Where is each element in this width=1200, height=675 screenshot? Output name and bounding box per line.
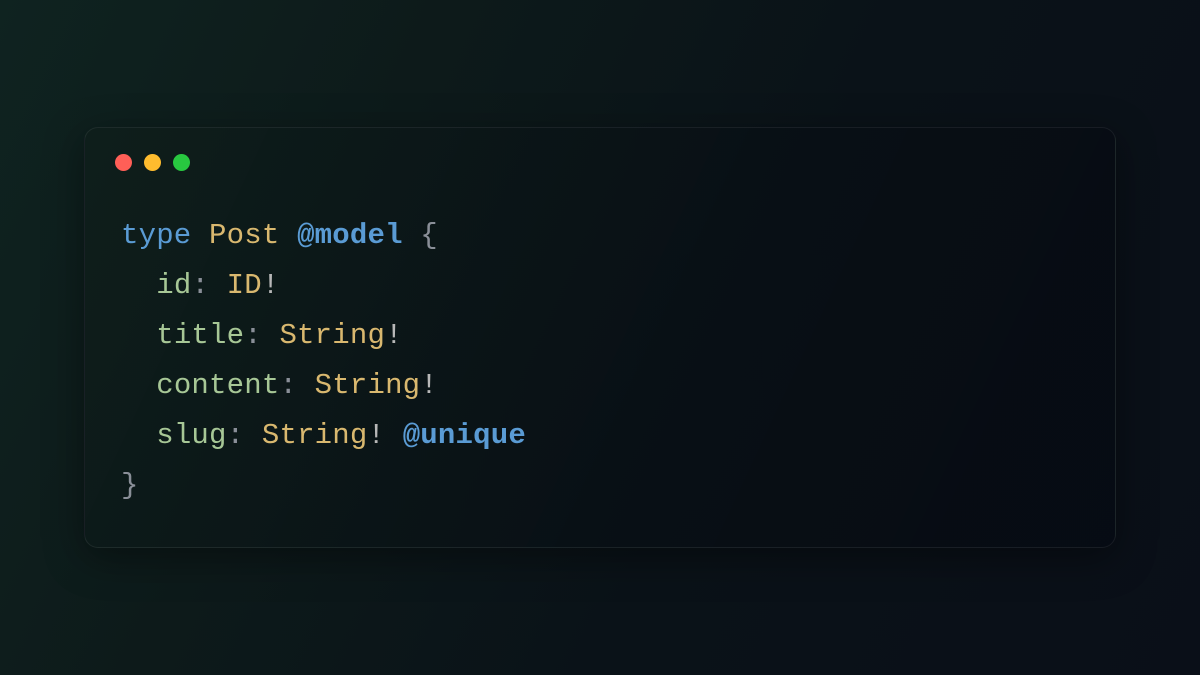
field-name: title	[156, 319, 244, 352]
colon: :	[191, 269, 209, 302]
keyword-type: type	[121, 219, 191, 252]
window-titlebar	[85, 128, 1115, 181]
colon: :	[244, 319, 262, 352]
close-icon[interactable]	[115, 154, 132, 171]
brace-close: }	[121, 469, 139, 502]
directive-model: @model	[297, 219, 403, 252]
colon: :	[279, 369, 297, 402]
non-null-bang: !	[385, 319, 403, 352]
field-type: String	[279, 319, 385, 352]
colon: :	[227, 419, 245, 452]
brace-open: {	[420, 219, 438, 252]
type-name: Post	[209, 219, 279, 252]
maximize-icon[interactable]	[173, 154, 190, 171]
directive-unique: @unique	[403, 419, 526, 452]
field-type: String	[315, 369, 421, 402]
field-type: String	[262, 419, 368, 452]
code-window: type Post @model { id: ID! title: String…	[84, 127, 1116, 547]
field-type: ID	[227, 269, 262, 302]
field-name: id	[156, 269, 191, 302]
minimize-icon[interactable]	[144, 154, 161, 171]
code-block: type Post @model { id: ID! title: String…	[85, 181, 1115, 546]
field-name: slug	[156, 419, 226, 452]
non-null-bang: !	[367, 419, 385, 452]
field-name: content	[156, 369, 279, 402]
non-null-bang: !	[420, 369, 438, 402]
non-null-bang: !	[262, 269, 280, 302]
